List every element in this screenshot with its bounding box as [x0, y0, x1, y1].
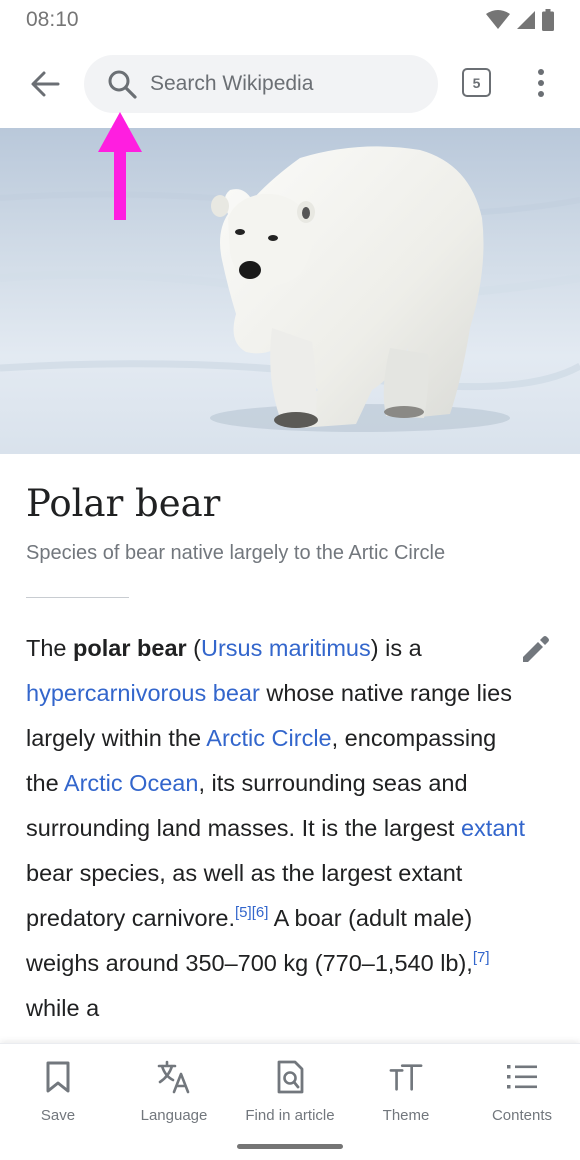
- toolbar: 5: [0, 40, 580, 128]
- back-button[interactable]: [18, 64, 72, 104]
- article-lead-image[interactable]: [0, 128, 580, 454]
- find-in-page-icon: [273, 1059, 307, 1095]
- link-arctic-circle[interactable]: Arctic Circle: [206, 725, 331, 751]
- find-in-article-button[interactable]: Find in article: [232, 1059, 348, 1129]
- text-size-icon: [389, 1059, 423, 1095]
- link-extant[interactable]: extant: [461, 815, 525, 841]
- find-in-article-label: Find in article: [245, 1107, 335, 1124]
- status-bar: 08:10: [0, 0, 580, 40]
- language-label: Language: [140, 1107, 208, 1124]
- link-hypercarnivorous-bear[interactable]: hypercarnivorous bear: [26, 680, 260, 706]
- annotation-arrow-icon: [98, 112, 142, 220]
- save-button[interactable]: Save: [0, 1059, 116, 1129]
- status-icons: [486, 9, 554, 31]
- overflow-menu-icon: [538, 69, 544, 75]
- reference-5[interactable]: [5]: [235, 904, 252, 921]
- article-description: Species of bear native largely to the Ar…: [26, 542, 446, 564]
- signal-wifi-icon: [486, 10, 510, 29]
- theme-label: Theme: [382, 1107, 430, 1124]
- link-arctic-ocean[interactable]: Arctic Ocean: [64, 770, 199, 796]
- contents-button[interactable]: Contents: [464, 1059, 580, 1129]
- contents-label: Contents: [491, 1107, 553, 1124]
- signal-cellular-icon: [517, 11, 535, 29]
- overflow-menu-button[interactable]: [525, 62, 557, 104]
- search-box[interactable]: [84, 55, 438, 113]
- link-ursus-maritimus[interactable]: Ursus maritimus: [201, 635, 371, 661]
- search-icon: [106, 68, 138, 100]
- article-title: Polar bear: [26, 482, 221, 525]
- divider: [26, 597, 129, 598]
- save-label: Save: [40, 1107, 76, 1124]
- reference-6[interactable]: [6]: [252, 904, 269, 921]
- home-indicator[interactable]: [237, 1144, 343, 1149]
- battery-icon: [542, 9, 554, 31]
- search-input[interactable]: [150, 72, 400, 96]
- status-time: 08:10: [26, 8, 79, 31]
- bookmark-icon: [41, 1059, 75, 1095]
- polar-bear-image: [0, 128, 580, 454]
- article-lead-paragraph: The polar bear (Ursus maritimus) is a hy…: [26, 635, 525, 1021]
- reference-7[interactable]: [7]: [473, 949, 490, 966]
- translate-icon: [157, 1059, 191, 1095]
- list-icon: [505, 1059, 539, 1095]
- tabs-button[interactable]: 5: [462, 68, 491, 97]
- bottom-action-bar: Save Language Find in article Theme Cont…: [0, 1043, 580, 1160]
- language-button[interactable]: Language: [116, 1059, 232, 1129]
- tab-count: 5: [472, 74, 481, 91]
- theme-button[interactable]: Theme: [348, 1059, 464, 1129]
- back-arrow-icon: [31, 71, 60, 97]
